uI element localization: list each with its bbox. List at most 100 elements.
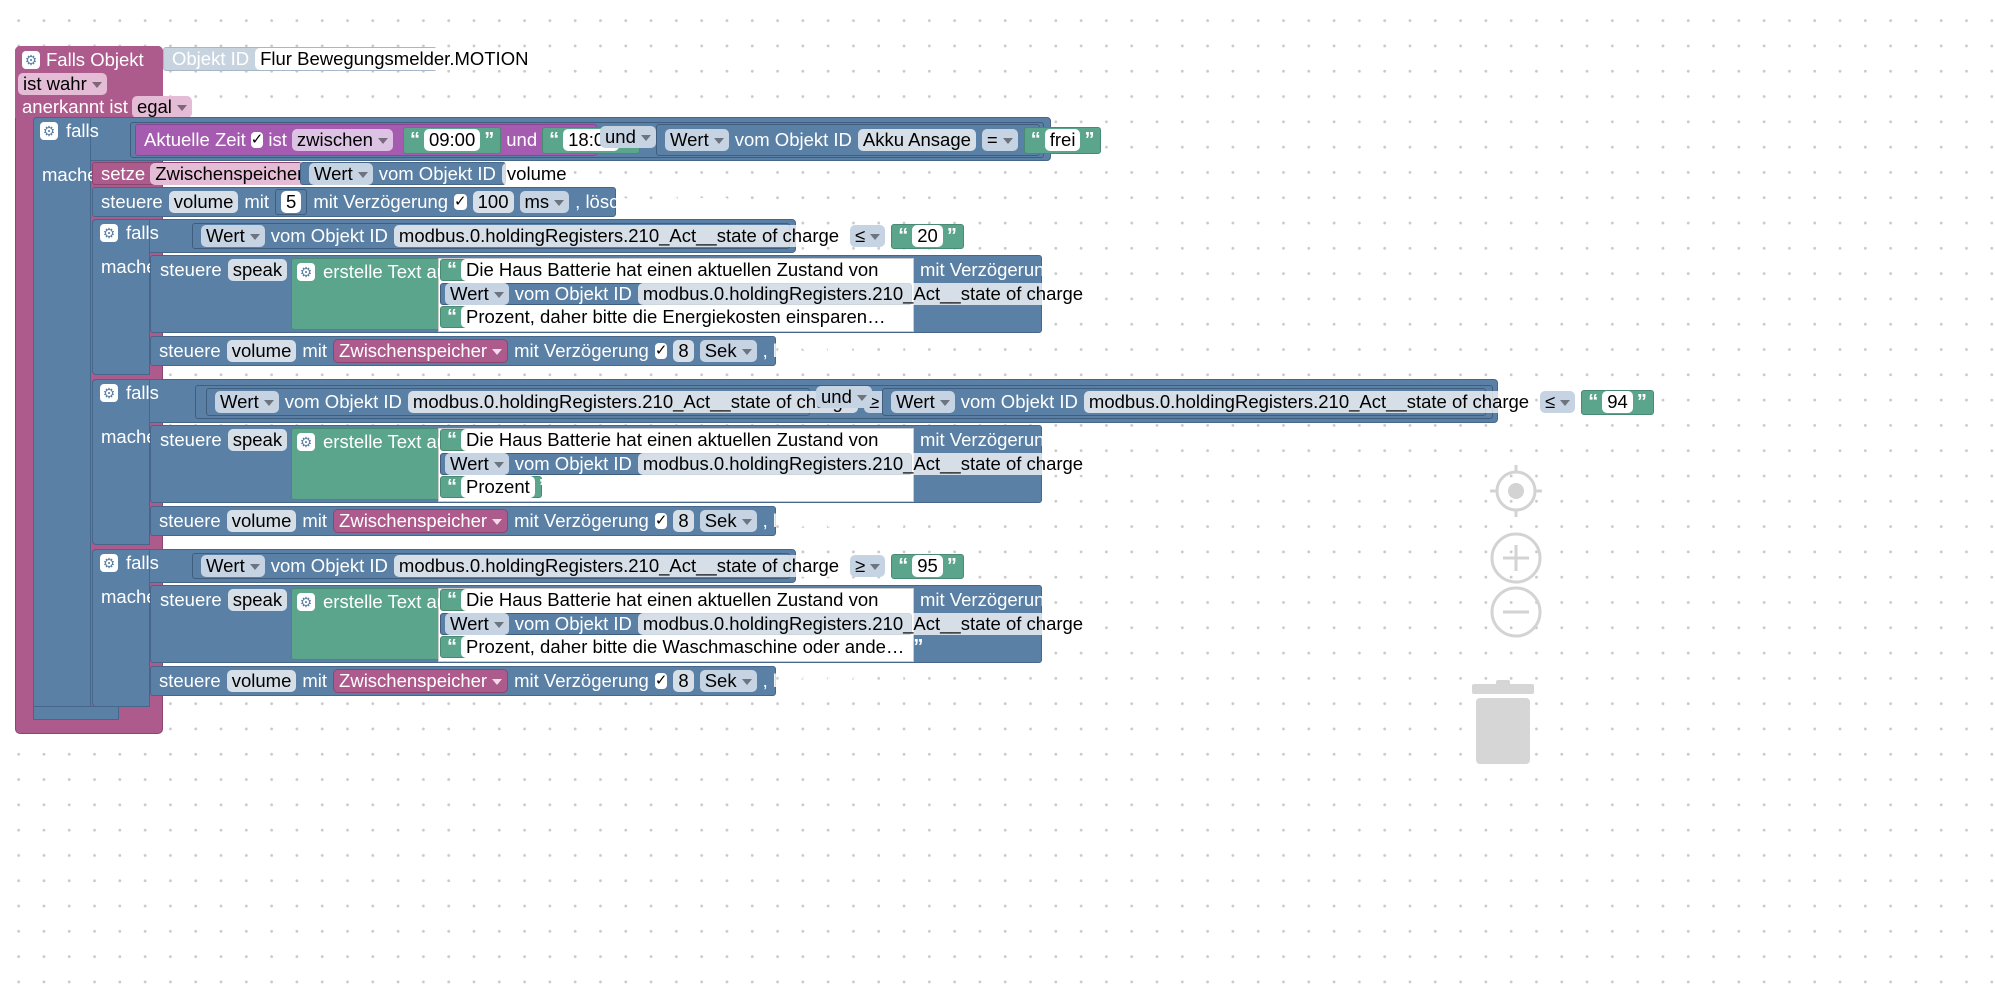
- trash-icon[interactable]: [1470, 680, 1536, 766]
- wert-register-block-3[interactable]: Wert vom Objekt ID modbus.0.holdingRegiste…: [440, 453, 1089, 475]
- compare-block-21[interactable]: Wert vom Objekt ID modbus.0.holdingRegis…: [206, 388, 978, 416]
- register-field[interactable]: modbus.0.holdingRegisters.210_Act__state…: [393, 555, 845, 577]
- register-field[interactable]: modbus.0.holdingRegisters.210_Act__state…: [393, 225, 845, 247]
- ist-wahr-dropdown[interactable]: ist wahr: [18, 73, 107, 95]
- gear-icon[interactable]: ⚙: [40, 122, 58, 140]
- sek-dropdown[interactable]: Sek: [699, 510, 757, 532]
- volume-field[interactable]: volume: [226, 670, 297, 692]
- und-operator-dropdown[interactable]: und: [600, 126, 656, 148]
- setze-block[interactable]: setze Zwischenspeicher auf: [92, 162, 354, 185]
- delay-checkbox[interactable]: ✓: [654, 343, 668, 359]
- gear-icon[interactable]: ⚙: [297, 263, 315, 281]
- anerkannt-dropdown[interactable]: egal: [131, 96, 192, 118]
- wert-dropdown[interactable]: Wert: [445, 283, 509, 305]
- minus-icon[interactable]: [1489, 585, 1543, 639]
- compare-block-20[interactable]: Wert vom Objekt ID modbus.0.holdingRegis…: [192, 223, 964, 249]
- gear-icon[interactable]: ⚙: [297, 433, 315, 451]
- text-end-block-3[interactable]: “Prozent”: [440, 476, 549, 498]
- plus-icon[interactable]: [1489, 531, 1543, 585]
- text-intro-value[interactable]: Die Haus Batterie hat einen aktuellen Zu…: [461, 259, 884, 281]
- delay-checkbox[interactable]: [1060, 432, 1077, 448]
- delay-checkbox[interactable]: [1060, 592, 1077, 608]
- steuere-volume-block[interactable]: steuere volume mit 5 mit Verzögerung ✓ 1…: [92, 187, 727, 217]
- wert-register-block-2[interactable]: Wert vom Objekt ID modbus.0.holdingRegiste…: [440, 283, 1089, 305]
- und-operator-dropdown[interactable]: und: [816, 386, 872, 408]
- steuere-volume-block-4[interactable]: steuere volume mit Zwischenspeicher mit …: [150, 666, 915, 696]
- text-end-block-4[interactable]: “Prozent, daher bitte die Waschmaschine …: [440, 636, 923, 658]
- delay-value[interactable]: 8: [673, 510, 694, 532]
- compare-block-95[interactable]: Wert vom Objekt ID modbus.0.holdingRegis…: [192, 553, 964, 579]
- frei-value[interactable]: frei: [1044, 129, 1081, 151]
- value-text-block[interactable]: “95”: [891, 553, 964, 579]
- number-block[interactable]: 5: [275, 189, 308, 215]
- gear-icon[interactable]: ⚙: [100, 224, 118, 242]
- wert-dropdown[interactable]: Wert: [309, 162, 373, 185]
- sek-dropdown[interactable]: Sek: [699, 670, 757, 692]
- delay-checkbox[interactable]: ✓: [454, 194, 467, 210]
- ge-operator-dropdown[interactable]: ≥: [850, 555, 886, 577]
- value-text-block[interactable]: “20”: [891, 223, 964, 249]
- text-intro-block-2[interactable]: “Die Haus Batterie hat einen aktuellen Z…: [440, 259, 897, 281]
- time-from-block[interactable]: “ 09:00 ”: [402, 126, 502, 154]
- register-field[interactable]: modbus.0.holdingRegisters.210_Act__state…: [637, 283, 1089, 305]
- zwischenspeicher-dropdown[interactable]: Zwischenspeicher: [333, 509, 509, 533]
- eq-operator-dropdown[interactable]: =: [981, 129, 1018, 151]
- wert-dropdown[interactable]: Wert: [891, 391, 955, 413]
- objekt-id-block[interactable]: Objekt ID Flur Bewegungsmelder.MOTION: [163, 47, 534, 71]
- register-field[interactable]: modbus.0.holdingRegisters.210_Act__state…: [407, 391, 859, 413]
- delay-value[interactable]: 100: [472, 191, 514, 213]
- wert-dropdown[interactable]: Wert: [215, 391, 279, 413]
- text-end-value[interactable]: Prozent: [461, 476, 535, 498]
- le-operator-dropdown[interactable]: ≤: [1540, 391, 1576, 413]
- value-94[interactable]: 94: [1602, 391, 1633, 413]
- target-icon[interactable]: [1488, 463, 1544, 519]
- aktuelle-zeit-block[interactable]: Aktuelle Zeit ✓ ist zwischen “ 09:00 ” u…: [135, 124, 641, 156]
- compare-block-akku[interactable]: Wert vom Objekt ID Akku Ansage = “ frei …: [656, 124, 1102, 156]
- zwischenspeicher-dropdown[interactable]: Zwischenspeicher: [333, 669, 509, 693]
- gear-icon[interactable]: ⚙: [100, 384, 118, 402]
- volume-field[interactable]: volume: [501, 162, 572, 185]
- register-field[interactable]: modbus.0.holdingRegisters.210_Act__state…: [1083, 391, 1535, 413]
- text-end-block-2[interactable]: “Prozent, daher bitte die Energiekosten …: [440, 306, 905, 328]
- speak-field[interactable]: speak: [227, 259, 288, 281]
- register-field[interactable]: modbus.0.holdingRegisters.210_Act__state…: [637, 453, 1089, 475]
- le-operator-dropdown[interactable]: ≤: [850, 225, 886, 247]
- wert-dropdown[interactable]: Wert: [445, 453, 509, 475]
- number-value[interactable]: 5: [281, 191, 302, 213]
- sek-dropdown[interactable]: Sek: [699, 340, 757, 362]
- text-intro-value[interactable]: Die Haus Batterie hat einen aktuellen Zu…: [461, 589, 884, 611]
- ms-dropdown[interactable]: ms: [519, 191, 570, 213]
- steuere-volume-block-3[interactable]: steuere volume mit Zwischenspeicher mit …: [150, 506, 915, 536]
- text-intro-block-4[interactable]: “Die Haus Batterie hat einen aktuellen Z…: [440, 589, 897, 611]
- steuere-volume-block-2[interactable]: steuere volume mit Zwischenspeicher mit …: [150, 336, 915, 366]
- frei-text-block[interactable]: “ frei ”: [1023, 126, 1102, 154]
- wert-dropdown[interactable]: Wert: [201, 225, 265, 247]
- text-end-value[interactable]: Prozent, daher bitte die Waschmaschine o…: [461, 636, 910, 658]
- delay-value[interactable]: 8: [673, 670, 694, 692]
- volume-field[interactable]: volume: [226, 510, 297, 532]
- volume-field[interactable]: volume: [226, 340, 297, 362]
- wert-dropdown[interactable]: Wert: [665, 129, 729, 151]
- aktuelle-zeit-checkbox[interactable]: ✓: [250, 132, 264, 148]
- objekt-id-value[interactable]: Flur Bewegungsmelder.MOTION: [255, 48, 534, 70]
- wert-volume-block[interactable]: Wert vom Objekt ID volume: [300, 162, 572, 185]
- delay-checkbox[interactable]: [1060, 262, 1077, 278]
- zwischenspeicher-dropdown[interactable]: Zwischenspeicher: [333, 339, 509, 363]
- time-from-value[interactable]: 09:00: [423, 129, 481, 151]
- text-intro-value[interactable]: Die Haus Batterie hat einen aktuellen Zu…: [461, 429, 884, 451]
- zwischen-dropdown[interactable]: zwischen: [291, 129, 393, 151]
- zwischenspeicher-dropdown[interactable]: Zwischenspeicher: [150, 162, 324, 185]
- value-text-block[interactable]: “94”: [1581, 389, 1654, 415]
- compare-block-94[interactable]: Wert vom Objekt ID modbus.0.holdingRegis…: [882, 388, 1654, 416]
- value-20[interactable]: 20: [912, 225, 943, 247]
- delay-checkbox[interactable]: ✓: [654, 673, 668, 689]
- akku-ansage-field[interactable]: Akku Ansage: [857, 129, 976, 151]
- delay-value[interactable]: 8: [673, 340, 694, 362]
- speak-field[interactable]: speak: [227, 589, 288, 611]
- delay-checkbox[interactable]: ✓: [654, 513, 668, 529]
- gear-icon[interactable]: ⚙: [100, 554, 118, 572]
- value-95[interactable]: 95: [912, 555, 943, 577]
- volume-field[interactable]: volume: [168, 191, 239, 213]
- wert-dropdown[interactable]: Wert: [201, 555, 265, 577]
- gear-icon[interactable]: ⚙: [22, 51, 40, 69]
